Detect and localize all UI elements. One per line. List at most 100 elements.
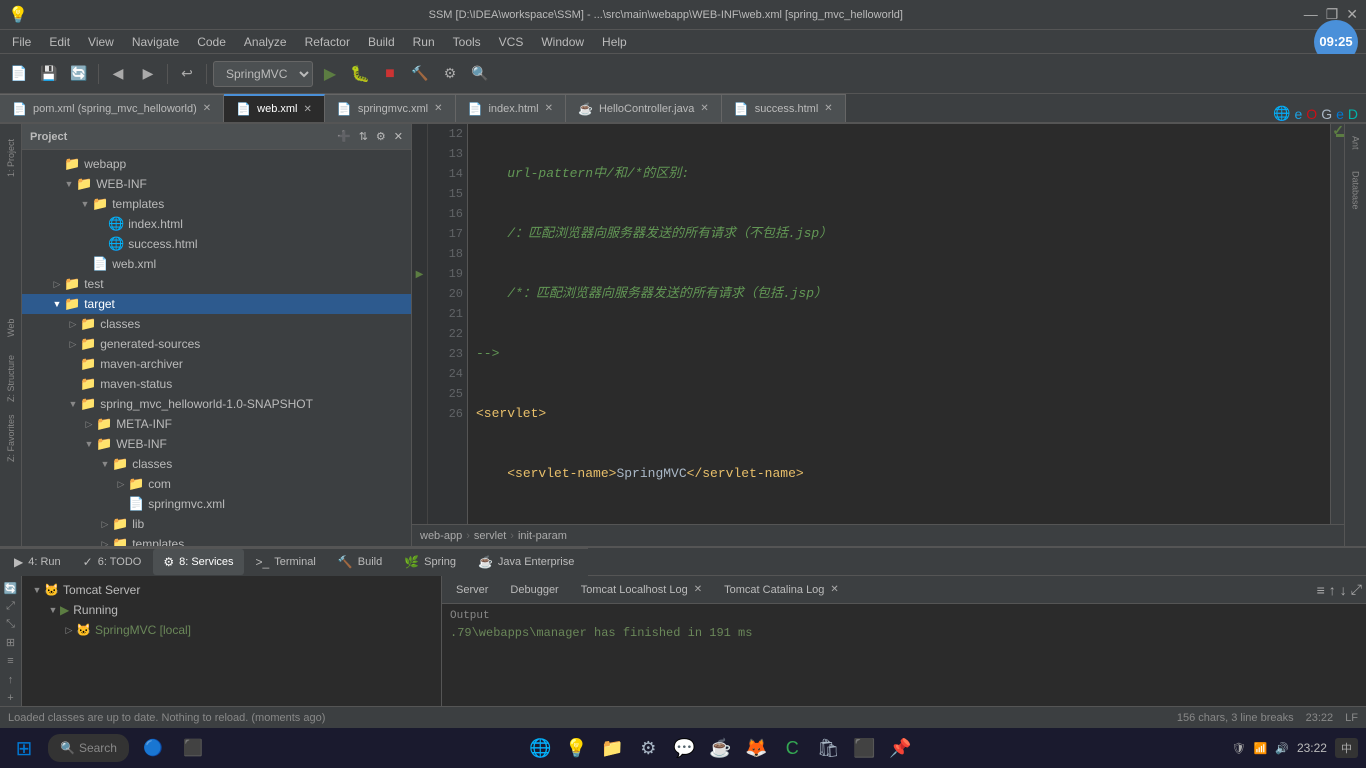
taskbar-tab-terminal[interactable]: >_ Terminal	[246, 549, 326, 575]
menu-run[interactable]: Run	[405, 33, 443, 51]
tree-item-generated[interactable]: ▷ 📁 generated-sources	[22, 334, 411, 354]
menu-vcs[interactable]: VCS	[491, 33, 532, 51]
tab-hello-controller[interactable]: ☕ HelloController.java ✕	[566, 94, 722, 122]
win-input-icon[interactable]: 中	[1335, 738, 1358, 758]
close-button[interactable]: ✕	[1346, 6, 1358, 23]
bottom-tab-localhost-log[interactable]: Tomcat Localhost Log ✕	[571, 577, 712, 603]
tab-pom-xml-close[interactable]: ✕	[203, 103, 211, 114]
tree-item-maven-status[interactable]: 📁 maven-status	[22, 374, 411, 394]
win-app-file-explorer[interactable]: 📁	[596, 732, 628, 764]
breadcrumb-servlet[interactable]: servlet	[474, 530, 506, 542]
code-editor[interactable]: url-pattern中/和/*的区别: /：匹配浏览器向服务器发送的所有请求（…	[468, 124, 1330, 524]
win-app-browser[interactable]: 🌐	[524, 732, 556, 764]
bottom-tab-server[interactable]: Server	[446, 577, 498, 603]
project-settings-btn[interactable]: ⚙	[376, 130, 386, 143]
project-collapse-btn[interactable]: ✕	[394, 130, 403, 143]
tree-item-webapp[interactable]: 📁 webapp	[22, 154, 411, 174]
win-app-terminal[interactable]: ⬛	[848, 732, 880, 764]
bottom-refresh-icon[interactable]: 🔄	[2, 580, 20, 596]
web-panel-icon[interactable]: Web	[1, 308, 21, 348]
tab-springmvc-xml-close[interactable]: ✕	[434, 103, 442, 114]
tree-item-webinf2[interactable]: ▼ 📁 WEB-INF	[22, 434, 411, 454]
toolbar-reload-btn[interactable]: 🔄	[66, 61, 92, 87]
tab-hello-controller-close[interactable]: ✕	[700, 103, 708, 114]
project-sort-btn[interactable]: ⇅	[359, 130, 368, 143]
tab-index-html[interactable]: 📄 index.html ✕	[456, 94, 566, 122]
tab-web-xml-close[interactable]: ✕	[303, 104, 311, 115]
tree-item-com[interactable]: ▷ 📁 com	[22, 474, 411, 494]
menu-view[interactable]: View	[80, 33, 122, 51]
ant-panel-icon[interactable]: Ant	[1347, 128, 1365, 158]
tree-item-springmvc-xml[interactable]: 📄 springmvc.xml	[22, 494, 411, 514]
tab-springmvc-xml[interactable]: 📄 springmvc.xml ✕	[325, 94, 456, 122]
taskbar-tab-services[interactable]: ⚙ 8: Services	[153, 549, 243, 575]
taskbar-tab-todo[interactable]: ✓ 6: TODO	[73, 549, 152, 575]
toolbar-save-btn[interactable]: 💾	[36, 61, 62, 87]
tab-index-html-close[interactable]: ✕	[545, 103, 553, 114]
tree-item-snapshot[interactable]: ▼ 📁 spring_mvc_helloworld-1.0-SNAPSHOT	[22, 394, 411, 414]
toolbar-undo-btn[interactable]: ↩	[174, 61, 200, 87]
bottom-add-icon[interactable]: +	[2, 690, 20, 706]
tree-item-templates[interactable]: ▷ 📁 templates	[22, 534, 411, 546]
taskbar-tab-build[interactable]: 🔨 Build	[328, 549, 392, 575]
minimize-button[interactable]: —	[1304, 6, 1318, 23]
output-scroll-down-btn[interactable]: ↓	[1340, 582, 1347, 598]
run-config-dropdown[interactable]: SpringMVC	[213, 61, 313, 87]
debug-btn[interactable]: 🐛	[347, 61, 373, 87]
build-btn[interactable]: 🔨	[407, 61, 433, 87]
bottom-group-icon[interactable]: ⊞	[2, 635, 20, 651]
win-app-idea[interactable]: 💡	[560, 732, 592, 764]
taskbar-tab-spring[interactable]: 🌿 Spring	[394, 549, 466, 575]
tree-item-lib[interactable]: ▷ 📁 lib	[22, 514, 411, 534]
tree-item-web-xml-top[interactable]: 📄 web.xml	[22, 254, 411, 274]
toolbar-back-btn[interactable]: ◀	[105, 61, 131, 87]
taskbar-tab-run[interactable]: ▶ 4: Run	[4, 549, 71, 575]
win-app-settings[interactable]: ⚙	[632, 732, 664, 764]
win-cortana-icon[interactable]: 🔵	[137, 732, 169, 764]
win-app-java[interactable]: ☕	[704, 732, 736, 764]
run-btn[interactable]: ▶	[317, 61, 343, 87]
menu-analyze[interactable]: Analyze	[236, 33, 295, 51]
menu-tools[interactable]: Tools	[445, 33, 489, 51]
menu-file[interactable]: File	[4, 33, 39, 51]
tree-item-meta-inf[interactable]: ▷ 📁 META-INF	[22, 414, 411, 434]
services-tree-running[interactable]: ▼ ▶ Running	[22, 600, 441, 620]
search-btn[interactable]: 🔍	[467, 61, 493, 87]
bottom-collapse-icon[interactable]: ⤡	[2, 617, 20, 633]
toolbar-new-btn[interactable]: 📄	[6, 61, 32, 87]
breadcrumb-init-param[interactable]: init-param	[518, 530, 567, 542]
menu-refactor[interactable]: Refactor	[297, 33, 358, 51]
win-app-chrome[interactable]: C	[776, 732, 808, 764]
tree-item-success-html[interactable]: 🌐 success.html	[22, 234, 411, 254]
project-panel-icon[interactable]: 1: Project	[1, 128, 21, 188]
tree-item-webinf[interactable]: ▼ 📁 WEB-INF	[22, 174, 411, 194]
favorites-panel-icon[interactable]: Z: Favorites	[1, 408, 21, 468]
tree-item-maven-archiver[interactable]: 📁 maven-archiver	[22, 354, 411, 374]
menu-build[interactable]: Build	[360, 33, 403, 51]
localhost-log-close[interactable]: ✕	[694, 584, 702, 595]
tree-item-classes[interactable]: ▷ 📁 classes	[22, 314, 411, 334]
structure-panel-icon[interactable]: Z: Structure	[1, 348, 21, 408]
tab-success-html[interactable]: 📄 success.html ✕	[722, 94, 846, 122]
tab-web-xml[interactable]: 📄 web.xml ✕	[224, 94, 325, 122]
tree-item-classes2[interactable]: ▼ 📁 classes	[22, 454, 411, 474]
menu-navigate[interactable]: Navigate	[124, 33, 187, 51]
toolbar-forward-btn[interactable]: ▶	[135, 61, 161, 87]
tree-item-test[interactable]: ▷ 📁 test	[22, 274, 411, 294]
database-panel-icon[interactable]: Database	[1347, 160, 1365, 220]
bottom-expand-icon[interactable]: ⤢	[2, 598, 20, 614]
output-align-btn[interactable]: ≡	[1317, 582, 1325, 598]
project-add-btn[interactable]: ➕	[337, 130, 351, 143]
win-app-qqpin[interactable]: 📌	[884, 732, 916, 764]
tab-pom-xml[interactable]: 📄 pom.xml (spring_mvc_helloworld) ✕	[0, 94, 224, 122]
menu-window[interactable]: Window	[533, 33, 592, 51]
bottom-tab-catalina-log[interactable]: Tomcat Catalina Log ✕	[714, 577, 849, 603]
breadcrumb-webapp[interactable]: web-app	[420, 530, 462, 542]
stop-btn[interactable]: ■	[377, 61, 403, 87]
win-app-chat[interactable]: 💬	[668, 732, 700, 764]
menu-help[interactable]: Help	[594, 33, 635, 51]
tree-item-templates-top[interactable]: ▼ 📁 templates	[22, 194, 411, 214]
win-taskview-icon[interactable]: ⬛	[177, 732, 209, 764]
win-app-firefox[interactable]: 🦊	[740, 732, 772, 764]
menu-code[interactable]: Code	[189, 33, 234, 51]
